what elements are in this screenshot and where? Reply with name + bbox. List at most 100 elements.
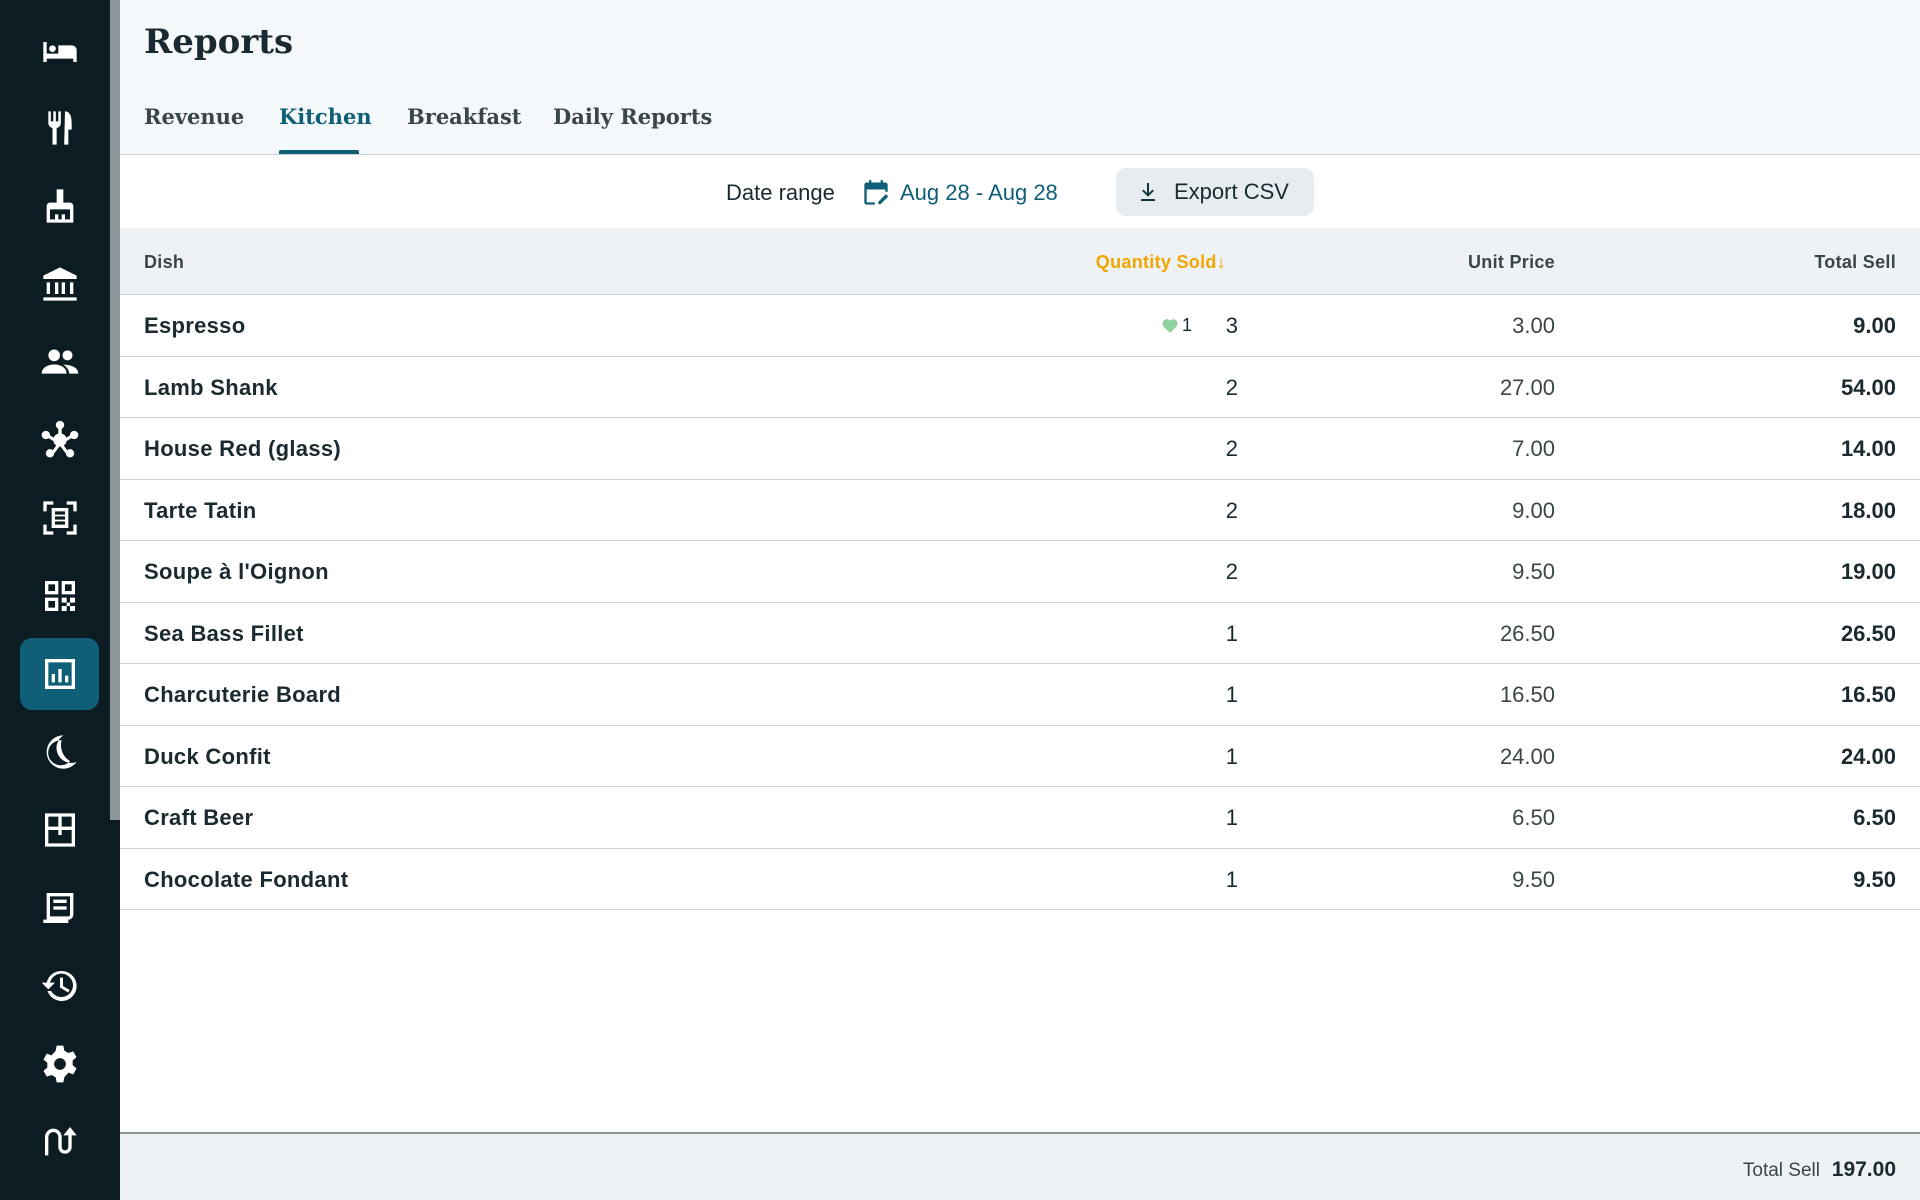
export-csv-label: Export CSV	[1174, 179, 1289, 204]
dish-name: Sea Bass Fillet	[144, 620, 304, 646]
unit-price: 16.50	[1499, 682, 1555, 707]
heart-icon	[1162, 318, 1178, 333]
column-header-quantity-label: Quantity Sold	[1095, 252, 1217, 272]
column-header-dish[interactable]: Dish	[144, 252, 184, 273]
dish-name: Tarte Tatin	[144, 497, 257, 523]
date-range-value: Aug 28 - Aug 28	[900, 180, 1058, 205]
table-row[interactable]: Chocolate Fondant 1 9.50 9.50	[120, 849, 1920, 910]
dish-name: Duck Confit	[144, 743, 271, 769]
guests-icon	[41, 349, 78, 374]
sidebar-item-reports[interactable]	[20, 638, 99, 710]
sidebar-item-settings[interactable]	[20, 1028, 99, 1100]
date-range-label: Date range	[726, 180, 835, 205]
tab-daily-reports[interactable]: Daily Reports	[553, 104, 712, 129]
kitchen-report-table: Dish Quantity Sold↓ Unit Price Total Sel…	[120, 228, 1920, 910]
column-header-quantity[interactable]: Quantity Sold↓	[1096, 252, 1226, 273]
total-sell: 18.00	[1840, 497, 1896, 523]
table-row[interactable]: Espresso 1 3 3.00 9.00	[120, 295, 1920, 357]
unit-price: 9.50	[1512, 559, 1555, 584]
table-row[interactable]: Lamb Shank 2 27.00 54.00	[120, 357, 1920, 418]
quantity-sold: 2	[1225, 374, 1238, 400]
sidebar-item-rooms[interactable]	[20, 16, 99, 88]
moon-icon	[46, 735, 77, 769]
rooms-grid-icon	[44, 813, 75, 847]
sidebar-item-room-plan[interactable]	[20, 794, 99, 866]
favorite-badge: 1	[1161, 315, 1192, 336]
unit-price: 9.00	[1512, 497, 1555, 523]
active-tab-indicator	[279, 150, 359, 154]
table-row[interactable]: Charcuterie Board 1 16.50 16.50	[120, 664, 1920, 726]
favorite-count: 1	[1181, 315, 1192, 335]
sidebar-item-qr-codes[interactable]	[20, 560, 99, 632]
report-toolbar: Date range Aug 28 - Aug 28 Export CSV	[120, 156, 1920, 228]
total-sell: 19.00	[1840, 559, 1896, 584]
dish-name: Espresso	[144, 313, 246, 338]
table-row[interactable]: Soupe à l'Oignon 2 9.50 19.00	[120, 541, 1920, 603]
page-header: Reports Revenue Kitchen Breakfast Daily …	[120, 0, 1920, 155]
table-row[interactable]: House Red (glass) 2 7.00 14.00	[120, 418, 1920, 480]
unit-price: 26.50	[1499, 620, 1555, 646]
total-sell: 9.50	[1853, 866, 1896, 892]
dish-name: Chocolate Fondant	[144, 866, 349, 892]
report-footer: Total Sell 197.00	[120, 1132, 1920, 1200]
sidebar-item-accounting[interactable]	[20, 248, 99, 320]
sidebar-item-invoices[interactable]	[20, 872, 99, 944]
dish-name: Craft Beer	[144, 805, 254, 830]
sidebar-item-guests[interactable]	[20, 326, 99, 398]
tab-revenue[interactable]: Revenue	[144, 104, 244, 129]
quantity-sold: 1	[1225, 743, 1238, 769]
table-row[interactable]: Duck Confit 1 24.00 24.00	[120, 726, 1920, 787]
footer-total-label: Total Sell	[1742, 1160, 1820, 1181]
sidebar-nav	[0, 0, 120, 1200]
table-row[interactable]: Craft Beer 1 6.50 6.50	[120, 787, 1920, 849]
sidebar-item-history[interactable]	[20, 950, 99, 1022]
quantity-sold: 1	[1225, 620, 1238, 646]
quantity-sold: 1	[1225, 866, 1238, 892]
settings-gear-icon	[43, 1045, 76, 1083]
total-sell: 9.00	[1853, 313, 1896, 338]
column-header-unit-price[interactable]: Unit Price	[1468, 252, 1555, 273]
receipt-scan-icon	[42, 501, 77, 535]
sidebar-item-restaurant[interactable]	[20, 92, 99, 164]
table-body: Espresso 1 3 3.00 9.00 Lamb Shank 2 27.00 54.00 H…	[120, 295, 1920, 910]
table-row[interactable]: Tarte Tatin 2 9.00 18.00	[120, 480, 1920, 541]
footer-total-value: 197.00	[1831, 1158, 1896, 1181]
table-header: Dish Quantity Sold↓ Unit Price Total Sel…	[120, 228, 1920, 295]
sidebar-item-scanner[interactable]	[20, 482, 99, 554]
sort-descending-icon: ↓	[1216, 252, 1226, 272]
page-title: Reports	[144, 22, 294, 62]
total-sell: 26.50	[1840, 620, 1896, 646]
date-range-picker[interactable]: Aug 28 - Aug 28	[862, 176, 1058, 210]
download-icon	[1141, 183, 1155, 201]
sidebar-item-switch[interactable]	[20, 1106, 99, 1178]
unit-price: 27.00	[1499, 374, 1555, 400]
sidebar-item-night-audit[interactable]	[20, 716, 99, 788]
qr-code-icon	[44, 581, 75, 611]
logout-arrows-icon	[44, 1127, 77, 1156]
unit-price: 7.00	[1512, 436, 1555, 461]
export-csv-button[interactable]: Export CSV	[1116, 168, 1314, 216]
quantity-sold: 1	[1225, 805, 1238, 830]
network-hub-icon	[41, 420, 78, 458]
total-sell: 54.00	[1840, 374, 1896, 400]
unit-price: 24.00	[1499, 743, 1555, 769]
calendar-edit-icon	[864, 180, 889, 205]
quantity-sold: 3	[1225, 313, 1238, 338]
column-header-total-sell[interactable]: Total Sell	[1814, 252, 1896, 273]
total-sell: 6.50	[1853, 805, 1896, 830]
sidebar-item-integrations[interactable]	[20, 404, 99, 476]
reports-chart-icon	[44, 659, 75, 689]
sidebar-scrollbar[interactable]	[110, 0, 120, 820]
unit-price: 3.00	[1512, 313, 1555, 338]
main-content: Reports Revenue Kitchen Breakfast Daily …	[120, 0, 1920, 1200]
bed-icon	[42, 42, 77, 62]
quantity-sold: 1	[1225, 682, 1238, 707]
tab-kitchen[interactable]: Kitchen	[279, 104, 372, 129]
unit-price: 9.50	[1512, 866, 1555, 892]
cleaning-brush-icon	[46, 189, 73, 223]
total-sell: 16.50	[1840, 682, 1896, 707]
tab-breakfast[interactable]: Breakfast	[407, 104, 522, 129]
sidebar-item-housekeeping[interactable]	[20, 170, 99, 242]
table-row[interactable]: Sea Bass Fillet 1 26.50 26.50	[120, 603, 1920, 664]
quantity-sold: 2	[1225, 497, 1238, 523]
